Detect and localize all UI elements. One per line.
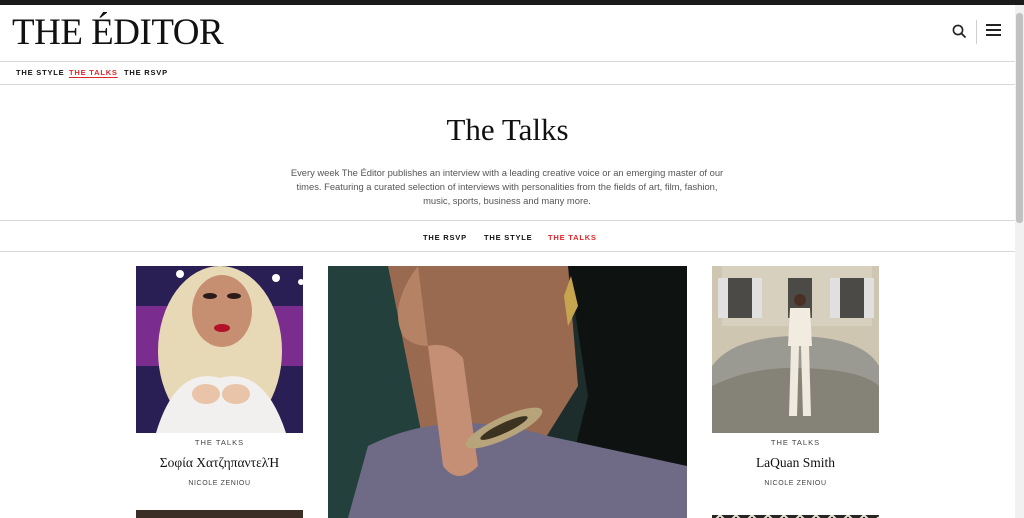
hamburger-menu-icon[interactable] — [986, 24, 1001, 38]
filter-the-rsvp[interactable]: THE RSVP — [423, 233, 467, 242]
featured-image[interactable] — [328, 266, 687, 518]
card-image-laquan[interactable] — [712, 266, 879, 433]
scrollbar[interactable] — [1015, 5, 1024, 518]
card-category: THE TALKS — [770, 438, 821, 447]
card-title[interactable]: LaQuan Smith — [712, 455, 879, 471]
filter-the-talks[interactable]: THE TALKS — [548, 233, 597, 242]
scrollbar-thumb[interactable] — [1016, 13, 1023, 223]
search-icon[interactable] — [951, 23, 969, 41]
category-filter-bar: THE RSVP THE STYLE THE TALKS — [0, 220, 1015, 252]
card-category: THE TALKS — [194, 438, 245, 447]
card-title[interactable]: Σοφία ΧατζηπαντελΉ — [136, 455, 303, 471]
nav-the-style[interactable]: THE STYLE — [16, 68, 64, 77]
header-divider — [976, 20, 977, 44]
site-header: THE ÉDITOR — [0, 5, 1015, 62]
nav-the-rsvp[interactable]: THE RSVP — [124, 68, 168, 77]
card-image-sofia[interactable] — [136, 266, 303, 433]
card-author[interactable]: NICOLE ZENIOU — [136, 480, 303, 487]
page-intro: Every week The Éditor publishes an inter… — [290, 167, 724, 206]
card-image-next-left[interactable] — [136, 510, 303, 518]
section-nav: THE STYLE THE TALKS THE RSVP — [0, 62, 1015, 85]
card-author[interactable]: NICOLE ZENIOU — [712, 480, 879, 487]
card-image-next-right[interactable] — [712, 510, 879, 518]
site-logo[interactable]: THE ÉDITOR — [12, 13, 224, 53]
nav-the-talks[interactable]: THE TALKS — [69, 68, 118, 77]
filter-the-style[interactable]: THE STYLE — [484, 233, 532, 242]
page-title: The Talks — [446, 112, 569, 147]
